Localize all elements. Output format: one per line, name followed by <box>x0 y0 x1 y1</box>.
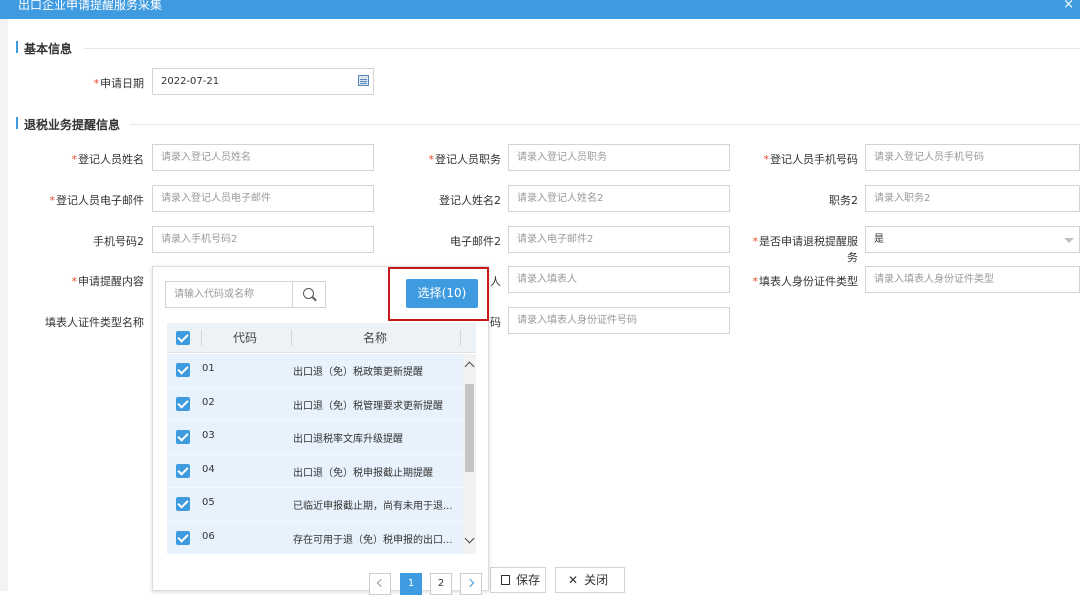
section-title: 退税业务提醒信息 <box>24 118 121 132</box>
divider <box>291 330 292 346</box>
row-code: 03 <box>202 430 215 441</box>
column-header-name: 名称 <box>363 331 388 345</box>
remind-content-dropdown: 请输入代码或名称 选择(10) 代码 名称 01 出口退（免）税政策更新提醒 02… <box>152 266 489 595</box>
calendar-icon[interactable] <box>358 75 369 86</box>
close-button[interactable]: ✕ 关闭 <box>555 567 625 593</box>
reg-email-input[interactable]: 请录入登记人员电子邮件 <box>152 185 374 212</box>
row-code: 05 <box>202 497 215 508</box>
select-button[interactable]: 选择(10) <box>406 279 478 308</box>
apply-service-label: *是否申请退税提醒服务 <box>752 235 859 264</box>
row-code: 01 <box>202 363 215 374</box>
email2-label: 电子邮件2 <box>450 235 501 248</box>
save-button[interactable]: 保存 <box>490 567 546 593</box>
email2-input[interactable]: 请录入电子邮件2 <box>508 226 730 253</box>
row-checkbox[interactable] <box>176 530 190 545</box>
section-basic-info: 基本信息 <box>15 40 73 57</box>
save-label: 保存 <box>516 573 541 587</box>
row-checkbox[interactable] <box>176 497 190 511</box>
divider <box>460 330 461 346</box>
phone2-label: 手机号码2 <box>93 235 144 248</box>
prev-page-button[interactable] <box>369 573 391 595</box>
table-row[interactable]: 02 出口退（免）税管理要求更新提醒 <box>167 387 463 421</box>
chevron-left-icon <box>376 578 386 588</box>
reg-phone-label: *登记人员手机号码 <box>763 153 859 166</box>
reg-name-input[interactable]: 请录入登记人员姓名 <box>152 144 374 171</box>
row-checkbox[interactable] <box>176 430 190 444</box>
next-page-button[interactable] <box>460 573 482 595</box>
row-checkbox[interactable] <box>176 363 190 377</box>
reg-email-label: *登记人员电子邮件 <box>49 194 145 207</box>
title2-label: 职务2 <box>829 194 858 207</box>
section-title: 基本信息 <box>24 42 73 56</box>
search-icon <box>303 288 314 299</box>
close-icon: ✕ <box>568 573 579 587</box>
table-row[interactable]: 03 出口退税率文库升级提醒 <box>167 421 463 455</box>
apply-date-value: 2022-07-21 <box>161 76 220 87</box>
table-row[interactable]: 01 出口退（免）税政策更新提醒 <box>167 354 463 388</box>
dialog-titlebar: 出口企业申请提醒服务采集 × <box>0 0 1080 19</box>
reg-name2-input[interactable]: 请录入登记人姓名2 <box>508 185 730 212</box>
divider <box>130 124 1080 125</box>
row-name: 已临近申报截止期，尚有未用于退... <box>293 501 453 512</box>
filler-id-type-label: *填表人身份证件类型 <box>752 275 859 288</box>
table-row[interactable]: 05 已临近申报截止期，尚有未用于退... <box>167 488 463 522</box>
code-list: 01 出口退（免）税政策更新提醒 02 出口退（免）税管理要求更新提醒 03 出口退税… <box>167 354 463 554</box>
row-code: 02 <box>202 396 215 408</box>
search-button[interactable] <box>293 281 326 308</box>
title2-input[interactable]: 请录入职务2 <box>865 185 1080 212</box>
scrollbar[interactable] <box>463 354 476 554</box>
dialog-title: 出口企业申请提醒服务采集 <box>18 0 163 12</box>
row-name: 出口退（免）税申报截止期提醒 <box>293 467 433 479</box>
section-refund-reminder: 退税业务提醒信息 <box>15 116 121 133</box>
reg-title-label: *登记人员职务 <box>428 153 502 166</box>
row-checkbox[interactable] <box>176 463 190 478</box>
close-icon[interactable]: × <box>1063 0 1074 12</box>
scrollbar-thumb[interactable] <box>465 384 474 472</box>
phone2-input[interactable]: 请录入手机号码2 <box>152 226 374 253</box>
reg-title-input[interactable]: 请录入登记人员职务 <box>508 144 730 171</box>
select-all-checkbox[interactable] <box>176 331 190 345</box>
table-row[interactable]: 06 存在可用于退（免）税申报的出口... <box>167 521 463 554</box>
background-strip <box>0 19 8 591</box>
apply-date-label: *申请日期 <box>93 77 145 90</box>
filler-id-type-name-label: 填表人证件类型名称 <box>45 316 144 329</box>
row-name: 出口退（免）税管理要求更新提醒 <box>293 400 443 412</box>
chevron-right-icon <box>465 578 475 588</box>
page-button-2[interactable]: 2 <box>430 573 452 595</box>
close-label: 关闭 <box>584 573 609 587</box>
filler-input[interactable]: 请录入填表人 <box>508 266 730 293</box>
remind-content-label: *申请提醒内容 <box>71 275 145 288</box>
apply-service-value: 是 <box>874 234 884 245</box>
divider <box>201 330 202 346</box>
apply-service-select[interactable]: 是 <box>865 226 1080 253</box>
row-checkbox[interactable] <box>176 396 190 411</box>
chevron-up-icon[interactable] <box>464 361 475 372</box>
save-icon <box>501 575 510 585</box>
reg-phone-input[interactable]: 请录入登记人员手机号码 <box>865 144 1080 171</box>
chevron-down-icon[interactable] <box>464 533 475 544</box>
row-name: 出口退税率文库升级提醒 <box>293 434 403 445</box>
table-row[interactable]: 04 出口退（免）税申报截止期提醒 <box>167 454 463 488</box>
reg-name2-label: 登记人姓名2 <box>439 194 501 207</box>
code-search-input[interactable]: 请输入代码或名称 <box>165 281 293 308</box>
table-header: 代码 名称 <box>167 323 476 353</box>
divider <box>84 48 1080 49</box>
column-header-code: 代码 <box>233 331 258 345</box>
row-name: 出口退（免）税政策更新提醒 <box>293 367 423 378</box>
page-button-1[interactable]: 1 <box>400 573 422 595</box>
row-code: 06 <box>202 530 215 542</box>
row-code: 04 <box>202 463 215 475</box>
reg-name-label: *登记人员姓名 <box>71 153 145 166</box>
apply-date-field[interactable]: 2022-07-21 <box>152 68 374 95</box>
filler-id-no-input[interactable]: 请录入填表人身份证件号码 <box>508 307 730 334</box>
chevron-down-icon[interactable] <box>1064 238 1074 243</box>
row-name: 存在可用于退（免）税申报的出口... <box>293 534 453 546</box>
filler-id-type-input[interactable]: 请录入填表人身份证件类型 <box>865 266 1080 293</box>
